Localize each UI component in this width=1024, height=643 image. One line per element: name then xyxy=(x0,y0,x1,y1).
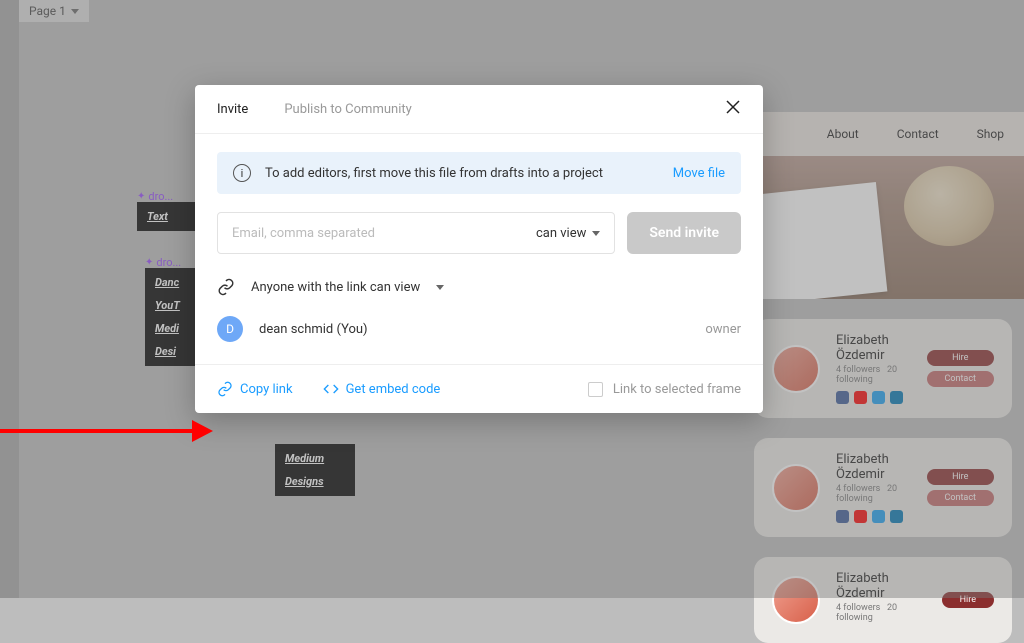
copy-link-button[interactable]: Copy link xyxy=(217,381,293,397)
send-invite-button[interactable]: Send invite xyxy=(627,212,741,254)
link-icon xyxy=(217,278,235,296)
link-frame-label: Link to selected frame xyxy=(613,382,741,397)
link-frame-option[interactable]: Link to selected frame xyxy=(588,382,741,397)
modal-header: Invite Publish to Community xyxy=(195,85,763,134)
user-avatar: D xyxy=(217,316,243,342)
chevron-down-icon xyxy=(436,285,444,290)
user-row: D dean schmid (You) owner xyxy=(217,306,741,352)
link-access-text: Anyone with the link can view xyxy=(251,280,420,295)
embed-code-button[interactable]: Get embed code xyxy=(323,381,441,397)
close-icon xyxy=(725,99,741,115)
tab-invite[interactable]: Invite xyxy=(217,102,248,117)
tab-publish[interactable]: Publish to Community xyxy=(284,102,411,117)
link-access-row[interactable]: Anyone with the link can view xyxy=(217,268,741,306)
close-button[interactable] xyxy=(725,99,741,119)
email-input[interactable] xyxy=(232,226,536,241)
info-icon: i xyxy=(233,164,251,182)
permission-dropdown[interactable]: can view xyxy=(536,226,600,241)
code-icon xyxy=(323,381,339,397)
email-field-wrap[interactable]: can view xyxy=(217,212,615,254)
card-meta: 4 followers 20 following xyxy=(836,603,926,623)
info-banner: i To add editors, first move this file f… xyxy=(217,152,741,194)
move-file-link[interactable]: Move file xyxy=(673,166,725,181)
link-icon xyxy=(217,381,233,397)
checkbox[interactable] xyxy=(588,382,603,397)
banner-text: To add editors, first move this file fro… xyxy=(265,166,603,181)
user-role: owner xyxy=(705,322,741,337)
share-modal: Invite Publish to Community i To add edi… xyxy=(195,85,763,413)
modal-footer: Copy link Get embed code Link to selecte… xyxy=(195,364,763,413)
user-name: dean schmid (You) xyxy=(259,322,368,337)
chevron-down-icon xyxy=(592,231,600,236)
